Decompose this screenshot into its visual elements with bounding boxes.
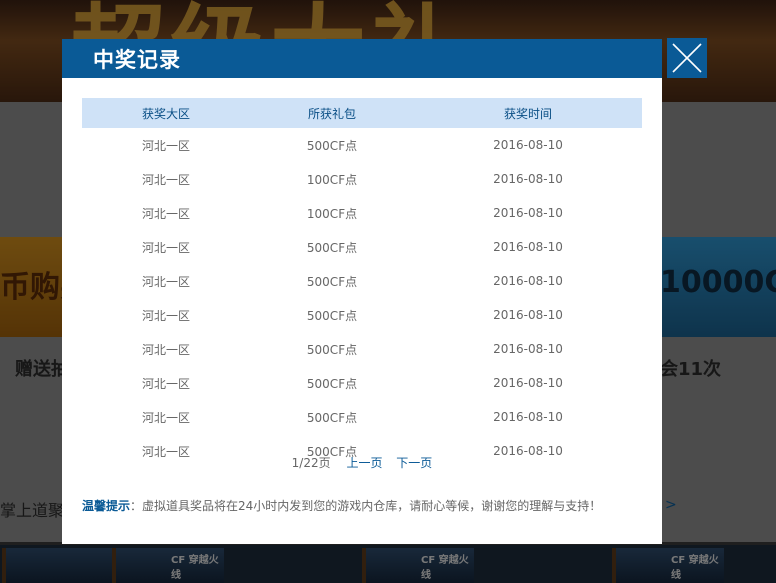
next-page-link[interactable]: 下一页 xyxy=(396,456,432,470)
cell-region: 河北一区 xyxy=(141,376,190,391)
cell-time: 2016-08-10 xyxy=(493,410,563,424)
table-row: 河北一区 500CF点 2016-08-10 xyxy=(82,264,642,298)
cell-gift: 100CF点 xyxy=(306,172,358,187)
table-row: 河北一区 100CF点 2016-08-10 xyxy=(82,162,642,196)
table-row: 河北一区 500CF点 2016-08-10 xyxy=(82,400,642,434)
table-header-row: 获奖大区 所获礼包 获奖时间 xyxy=(82,98,642,128)
cell-region: 河北一区 xyxy=(141,206,190,221)
cell-time: 2016-08-10 xyxy=(493,308,563,322)
tip-label: 温馨提示 xyxy=(82,499,131,513)
cell-region: 河北一区 xyxy=(141,410,190,425)
prev-page-link[interactable]: 上一页 xyxy=(346,456,382,470)
cell-gift: 500CF点 xyxy=(306,376,358,391)
pagination: 1/22页 上一页 下一页 xyxy=(62,454,662,471)
cell-region: 河北一区 xyxy=(141,172,190,187)
header-gift: 所获礼包 xyxy=(250,98,414,128)
cell-time: 2016-08-10 xyxy=(493,172,563,186)
table-row: 河北一区 500CF点 2016-08-10 xyxy=(82,298,642,332)
modal-header: 中奖记录 xyxy=(62,39,662,78)
prize-records-modal: 中奖记录 获奖大区 所获礼包 获奖时间 河北一区 500CF点 2016-08-… xyxy=(62,39,662,544)
table-row: 河北一区 500CF点 2016-08-10 xyxy=(82,128,642,162)
cell-gift: 500CF点 xyxy=(306,138,358,153)
records-table: 获奖大区 所获礼包 获奖时间 河北一区 500CF点 2016-08-10 河北… xyxy=(82,98,642,468)
cell-time: 2016-08-10 xyxy=(493,376,563,390)
page-info: 1/22页 xyxy=(291,456,331,470)
modal-title: 中奖记录 xyxy=(93,48,181,72)
table-row: 河北一区 500CF点 2016-08-10 xyxy=(82,332,642,366)
close-icon xyxy=(672,43,702,73)
cell-region: 河北一区 xyxy=(141,274,190,289)
cell-region: 河北一区 xyxy=(141,342,190,357)
header-time: 获奖时间 xyxy=(414,98,642,128)
table-row: 河北一区 500CF点 2016-08-10 xyxy=(82,366,642,400)
cell-time: 2016-08-10 xyxy=(493,342,563,356)
header-region: 获奖大区 xyxy=(82,98,250,128)
cell-time: 2016-08-10 xyxy=(493,274,563,288)
tip-text: ：虚拟道具奖品将在24小时内发到您的游戏内仓库，请耐心等候，谢谢您的理解与支持！ xyxy=(130,499,602,513)
cell-time: 2016-08-10 xyxy=(493,138,563,152)
cell-gift: 500CF点 xyxy=(306,274,358,289)
cell-region: 河北一区 xyxy=(141,138,190,153)
close-button[interactable] xyxy=(667,38,707,78)
table-row: 河北一区 100CF点 2016-08-10 xyxy=(82,196,642,230)
cell-gift: 100CF点 xyxy=(306,206,358,221)
warm-tip: 温馨提示：虚拟道具奖品将在24小时内发到您的游戏内仓库，请耐心等候，谢谢您的理解… xyxy=(82,497,642,514)
cell-time: 2016-08-10 xyxy=(493,206,563,220)
cell-time: 2016-08-10 xyxy=(493,240,563,254)
cell-gift: 500CF点 xyxy=(306,308,358,323)
cell-gift: 500CF点 xyxy=(306,240,358,255)
cell-gift: 500CF点 xyxy=(306,342,358,357)
table-row: 河北一区 500CF点 2016-08-10 xyxy=(82,230,642,264)
cell-gift: 500CF点 xyxy=(306,410,358,425)
cell-region: 河北一区 xyxy=(141,308,190,323)
cell-region: 河北一区 xyxy=(141,240,190,255)
